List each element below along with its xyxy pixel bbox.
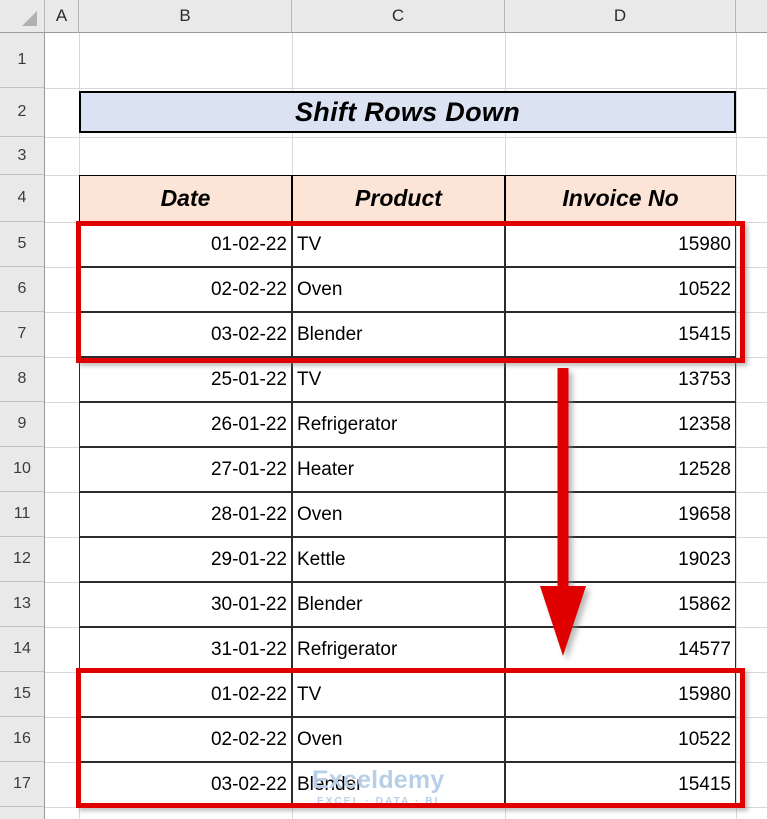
table-cell-date-row-12[interactable]: 29-01-22 (79, 537, 292, 582)
row-header-11[interactable]: 11 (0, 492, 44, 537)
row-header-17[interactable]: 17 (0, 762, 44, 807)
column-header-a[interactable]: A (45, 0, 79, 32)
table-cell-date-row-11[interactable]: 28-01-22 (79, 492, 292, 537)
title-banner-cell[interactable]: Shift Rows Down (79, 91, 736, 133)
table-cell-date-row-10[interactable]: 27-01-22 (79, 447, 292, 492)
select-all-button[interactable] (0, 0, 45, 32)
table-cell-invoice-no-row-6[interactable]: 10522 (505, 267, 736, 312)
table-cell-date-row-8[interactable]: 25-01-22 (79, 357, 292, 402)
gridline-vertical (736, 33, 737, 819)
table-cell-date-row-5[interactable]: 01-02-22 (79, 222, 292, 267)
row-header-8[interactable]: 8 (0, 357, 44, 402)
table-column-header-date: Date (79, 175, 292, 222)
table-cell-invoice-no-row-10[interactable]: 12528 (505, 447, 736, 492)
table-cell-product-row-14[interactable]: Refrigerator (292, 627, 505, 672)
table-cell-invoice-no-row-9[interactable]: 12358 (505, 402, 736, 447)
row-header-1[interactable]: 1 (0, 33, 44, 88)
row-header-3[interactable]: 3 (0, 137, 44, 175)
column-header-b[interactable]: B (79, 0, 292, 32)
table-cell-invoice-no-row-11[interactable]: 19658 (505, 492, 736, 537)
row-header-2[interactable]: 2 (0, 88, 44, 137)
table-column-header-product: Product (292, 175, 505, 222)
column-header-c[interactable]: C (292, 0, 505, 32)
gridline-horizontal (45, 807, 767, 808)
row-header-14[interactable]: 14 (0, 627, 44, 672)
table-cell-product-row-11[interactable]: Oven (292, 492, 505, 537)
table-cell-date-row-9[interactable]: 26-01-22 (79, 402, 292, 447)
row-header-10[interactable]: 10 (0, 447, 44, 492)
table-cell-date-row-15[interactable]: 01-02-22 (79, 672, 292, 717)
row-header-strip: 1 2 3 4 5 6 7 8 9 10 11 12 13 14 15 16 17 (0, 33, 45, 819)
row-header-16[interactable]: 16 (0, 717, 44, 762)
table-cell-product-row-8[interactable]: TV (292, 357, 505, 402)
table-cell-invoice-no-row-13[interactable]: 15862 (505, 582, 736, 627)
row-header-4[interactable]: 4 (0, 175, 44, 222)
table-cell-product-row-17[interactable]: Blender (292, 762, 505, 807)
table-cell-invoice-no-row-17[interactable]: 15415 (505, 762, 736, 807)
table-cell-product-row-13[interactable]: Blender (292, 582, 505, 627)
row-header-13[interactable]: 13 (0, 582, 44, 627)
table-cell-date-row-17[interactable]: 03-02-22 (79, 762, 292, 807)
table-cell-product-row-7[interactable]: Blender (292, 312, 505, 357)
table-column-header-invoice-no: Invoice No (505, 175, 736, 222)
table-cell-invoice-no-row-7[interactable]: 15415 (505, 312, 736, 357)
table-cell-date-row-6[interactable]: 02-02-22 (79, 267, 292, 312)
column-header-strip: ABCD (0, 0, 767, 33)
table-cell-product-row-15[interactable]: TV (292, 672, 505, 717)
table-cell-invoice-no-row-15[interactable]: 15980 (505, 672, 736, 717)
gridline-horizontal (45, 137, 767, 138)
table-cell-product-row-16[interactable]: Oven (292, 717, 505, 762)
table-cell-invoice-no-row-8[interactable]: 13753 (505, 357, 736, 402)
row-header-6[interactable]: 6 (0, 267, 44, 312)
table-cell-product-row-5[interactable]: TV (292, 222, 505, 267)
column-header-d[interactable]: D (505, 0, 736, 32)
spreadsheet-canvas: ABCD 1 2 3 4 5 6 7 8 9 10 11 12 13 14 15 16 17 Shift Row… (0, 0, 767, 819)
gridline-horizontal (45, 88, 767, 89)
table-cell-date-row-16[interactable]: 02-02-22 (79, 717, 292, 762)
table-cell-product-row-12[interactable]: Kettle (292, 537, 505, 582)
table-cell-product-row-10[interactable]: Heater (292, 447, 505, 492)
table-cell-date-row-7[interactable]: 03-02-22 (79, 312, 292, 357)
row-header-12[interactable]: 12 (0, 537, 44, 582)
select-all-triangle-icon (22, 11, 37, 26)
table-cell-product-row-9[interactable]: Refrigerator (292, 402, 505, 447)
row-header-15[interactable]: 15 (0, 672, 44, 717)
table-cell-date-row-13[interactable]: 30-01-22 (79, 582, 292, 627)
row-header-7[interactable]: 7 (0, 312, 44, 357)
row-header-5[interactable]: 5 (0, 222, 44, 267)
table-cell-date-row-14[interactable]: 31-01-22 (79, 627, 292, 672)
table-cell-invoice-no-row-16[interactable]: 10522 (505, 717, 736, 762)
table-cell-invoice-no-row-5[interactable]: 15980 (505, 222, 736, 267)
table-cell-invoice-no-row-12[interactable]: 19023 (505, 537, 736, 582)
table-cell-invoice-no-row-14[interactable]: 14577 (505, 627, 736, 672)
table-cell-product-row-6[interactable]: Oven (292, 267, 505, 312)
row-header-9[interactable]: 9 (0, 402, 44, 447)
